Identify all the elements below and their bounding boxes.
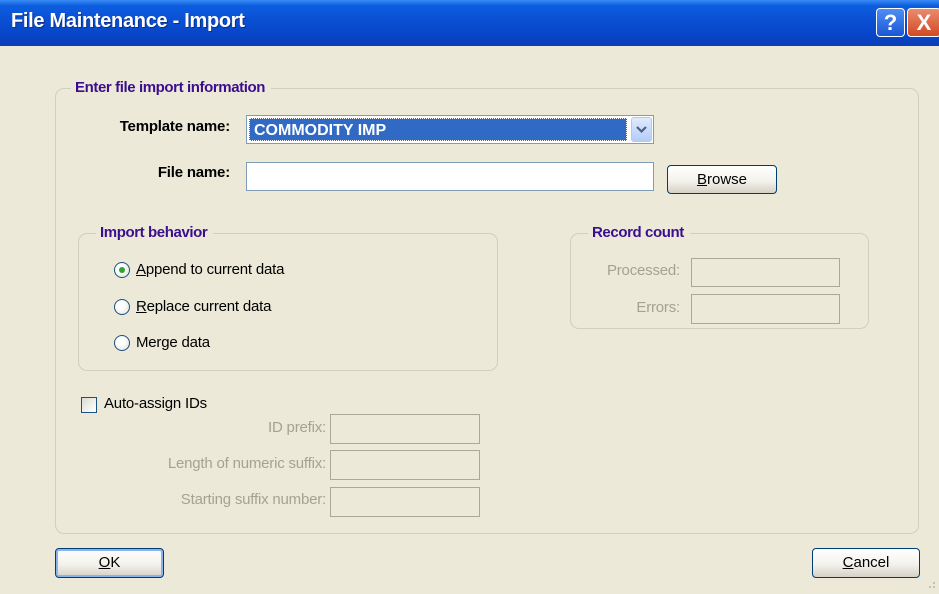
processed-label: Processed: (606, 262, 680, 279)
replace-accel: R (136, 298, 147, 315)
replace-text: eplace current data (146, 298, 272, 315)
import-info-legend: Enter file import information (71, 79, 272, 97)
window-title: File Maintenance - Import (11, 10, 245, 32)
template-name-value: COMMODITY IMP (249, 118, 627, 141)
file-name-input[interactable] (246, 162, 654, 191)
cancel-button[interactable]: Cancel (812, 548, 920, 578)
resize-grip-icon[interactable] (925, 580, 937, 592)
start-number-label: Starting suffix number: (180, 491, 326, 508)
file-name-label: File name: (157, 164, 230, 181)
cancel-label: ancel (853, 554, 890, 571)
suffix-length-field (330, 450, 480, 480)
replace-radio[interactable] (114, 299, 130, 315)
merge-radio[interactable] (114, 335, 130, 351)
auto-assign-checkbox[interactable] (81, 397, 97, 413)
browse-button[interactable]: Browse (667, 165, 777, 194)
auto-assign-label[interactable]: Auto-assign IDs (104, 395, 207, 413)
cancel-accel: C (842, 554, 854, 571)
ok-accel: O (98, 554, 111, 571)
append-accel: A (136, 261, 146, 278)
append-radio[interactable] (114, 262, 130, 278)
start-number-field (330, 487, 480, 517)
ok-label: K (110, 554, 121, 571)
record-count-legend: Record count (588, 224, 690, 242)
merge-label[interactable]: Merge data (136, 334, 210, 352)
processed-field (691, 258, 840, 287)
id-prefix-field (330, 414, 480, 444)
browse-accel: B (696, 171, 707, 188)
title-bar[interactable]: File Maintenance - Import ? X (0, 0, 939, 46)
template-name-label: Template name: (119, 118, 230, 135)
dialog-window: File Maintenance - Import ? X Enter file… (0, 0, 939, 594)
id-prefix-label: ID prefix: (267, 419, 326, 436)
template-name-select[interactable]: COMMODITY IMP (246, 115, 654, 144)
import-behavior-legend: Import behavior (96, 224, 214, 242)
chevron-down-icon[interactable] (631, 117, 652, 142)
errors-field (691, 294, 840, 324)
browse-label: rowse (707, 171, 748, 188)
ok-button[interactable]: OK (55, 548, 164, 578)
close-icon[interactable]: X (907, 8, 939, 37)
radio-selected-dot (119, 267, 125, 273)
append-text: ppend to current data (145, 261, 285, 278)
suffix-length-label: Length of numeric suffix: (167, 455, 326, 472)
append-label[interactable]: Append to current data (136, 261, 284, 279)
replace-label[interactable]: Replace current data (136, 298, 271, 316)
help-icon[interactable]: ? (876, 8, 905, 37)
errors-label: Errors: (636, 299, 680, 316)
